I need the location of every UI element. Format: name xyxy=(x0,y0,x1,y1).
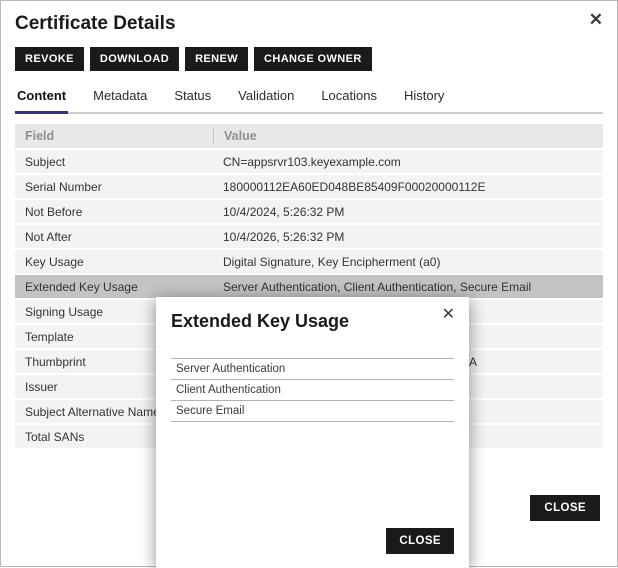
tab-bar: Content Metadata Status Validation Locations… xyxy=(15,81,603,114)
popup-list-item: Server Authentication xyxy=(171,359,454,380)
close-icon[interactable]: ✕ xyxy=(589,11,603,28)
tab-locations[interactable]: Locations xyxy=(319,81,379,114)
toolbar-button-revoke[interactable]: REVOKE xyxy=(15,47,84,71)
table-row[interactable]: Key UsageDigital Signature, Key Encipher… xyxy=(15,250,603,273)
field-cell: Key Usage xyxy=(15,255,213,269)
popup-close-icon[interactable]: ✕ xyxy=(442,307,455,323)
table-row[interactable]: SubjectCN=appsrvr103.keyexample.com xyxy=(15,150,603,173)
value-cell: CN=appsrvr103.keyexample.com xyxy=(213,155,603,169)
tab-validation[interactable]: Validation xyxy=(236,81,296,114)
value-cell: Digital Signature, Key Encipherment (a0) xyxy=(213,255,603,269)
popup-list-item: Secure Email xyxy=(171,401,454,422)
popup-title: Extended Key Usage xyxy=(171,311,454,332)
extended-key-usage-popup: Extended Key Usage ✕ Server Authenticati… xyxy=(156,297,469,568)
popup-close-button[interactable]: CLOSE xyxy=(386,528,454,554)
table-row[interactable]: Serial Number180000112EA60ED048BE85409F0… xyxy=(15,175,603,198)
value-cell: 10/4/2026, 5:26:32 PM xyxy=(213,230,603,244)
field-cell: Subject xyxy=(15,155,213,169)
table-header-value: Value xyxy=(213,128,603,144)
toolbar: REVOKEDOWNLOADRENEWCHANGE OWNER xyxy=(1,41,617,71)
value-cell: 10/4/2024, 5:26:32 PM xyxy=(213,205,603,219)
value-cell: Server Authentication, Client Authentica… xyxy=(213,280,603,294)
dialog-header: Certificate Details ✕ xyxy=(1,1,617,41)
popup-list: Server AuthenticationClient Authenticati… xyxy=(171,358,454,422)
field-cell: Extended Key Usage xyxy=(15,280,213,294)
dialog-close-button[interactable]: CLOSE xyxy=(530,495,600,521)
field-cell: Not After xyxy=(15,230,213,244)
value-cell: 180000112EA60ED048BE85409F00020000112E xyxy=(213,180,603,194)
field-cell: Not Before xyxy=(15,205,213,219)
toolbar-button-change-owner[interactable]: CHANGE OWNER xyxy=(254,47,372,71)
tab-status[interactable]: Status xyxy=(172,81,213,114)
table-row[interactable]: Not After10/4/2026, 5:26:32 PM xyxy=(15,225,603,248)
toolbar-button-download[interactable]: DOWNLOAD xyxy=(90,47,179,71)
table-row[interactable]: Not Before10/4/2024, 5:26:32 PM xyxy=(15,200,603,223)
table-row[interactable]: Extended Key UsageServer Authentication,… xyxy=(15,275,603,298)
toolbar-button-renew[interactable]: RENEW xyxy=(185,47,248,71)
field-cell: Serial Number xyxy=(15,180,213,194)
table-header-row: Field Value xyxy=(15,124,603,148)
tab-history[interactable]: History xyxy=(402,81,446,114)
popup-list-item: Client Authentication xyxy=(171,380,454,401)
tab-content[interactable]: Content xyxy=(15,81,68,114)
table-header-field: Field xyxy=(15,129,213,143)
tab-metadata[interactable]: Metadata xyxy=(91,81,149,114)
certificate-details-dialog: Certificate Details ✕ REVOKEDOWNLOADRENE… xyxy=(0,0,618,567)
page-title: Certificate Details xyxy=(15,13,603,35)
